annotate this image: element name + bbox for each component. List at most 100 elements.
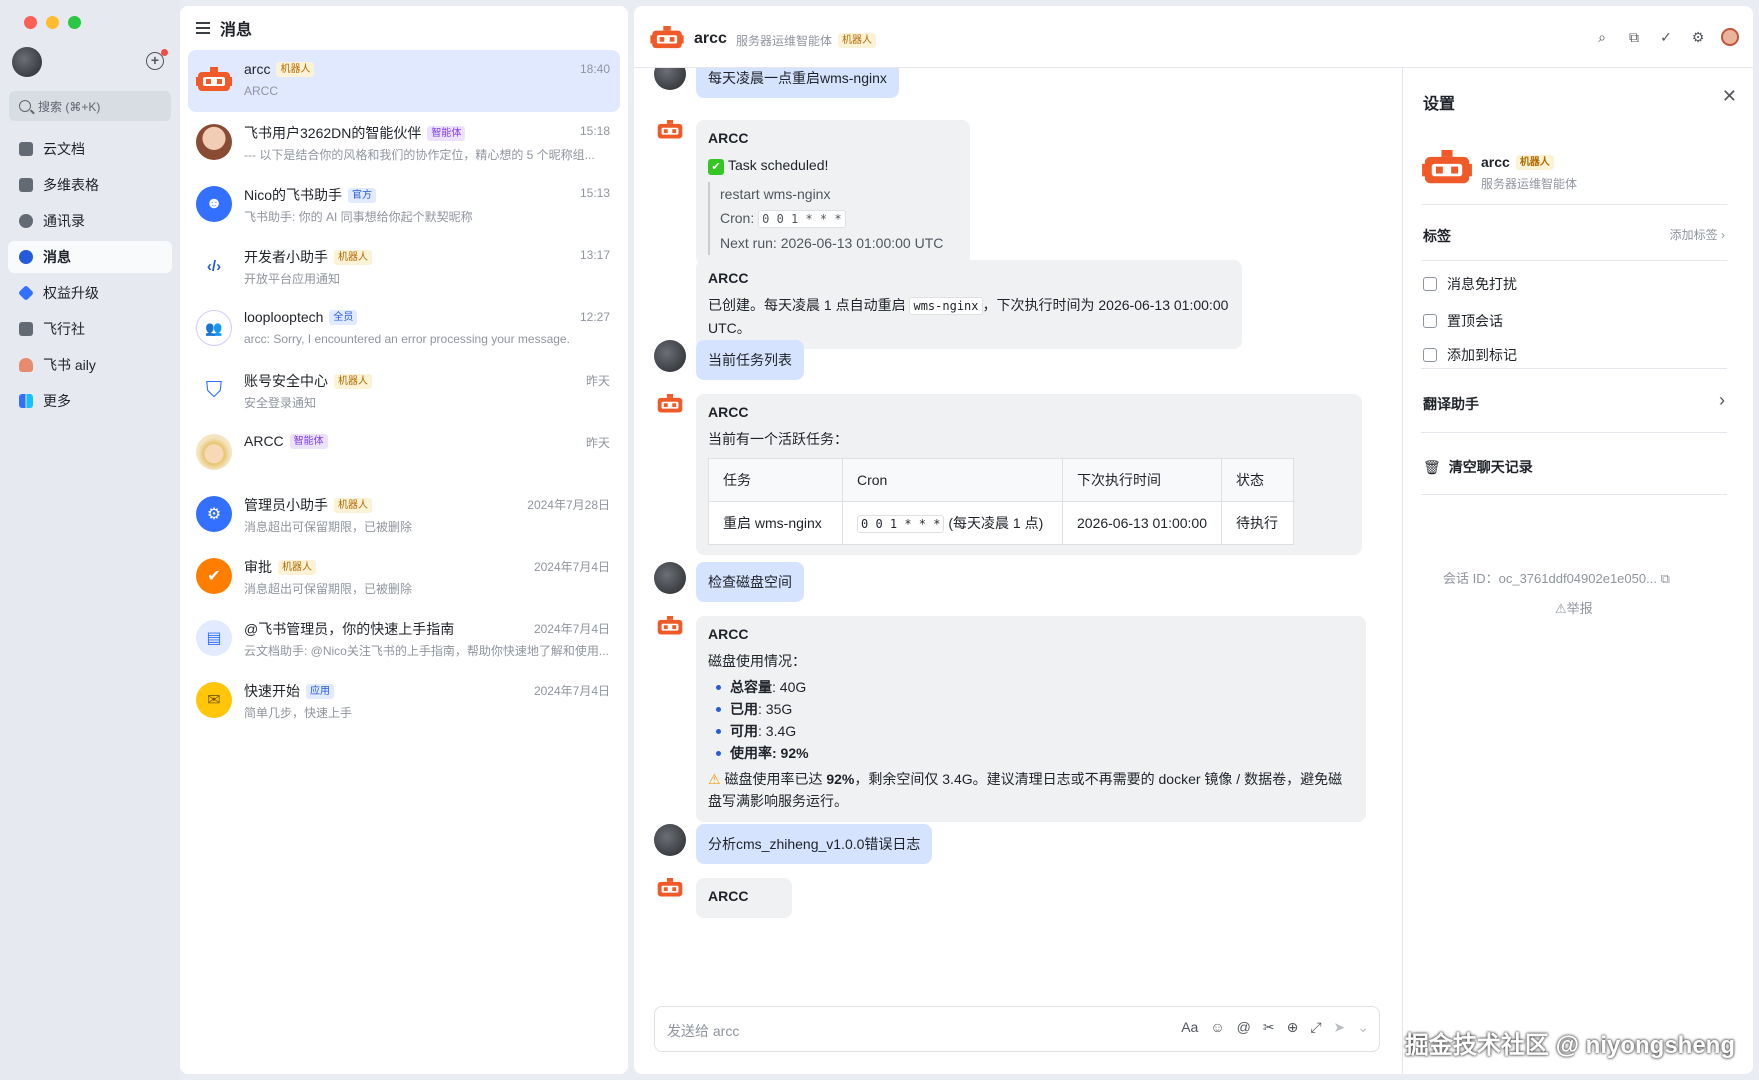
table-cell: 0 0 1 * * * (每天凌晨 1 点) (842, 501, 1063, 545)
checkbox-icon (1423, 277, 1437, 291)
chat-row-developer[interactable]: ‹/› 开发者小助手 机器人 13:17 开放平台应用通知 (188, 236, 620, 298)
add-label-link[interactable]: 添加标签 › (1670, 226, 1725, 243)
clear-history-button[interactable]: 🗑 清空聊天记录 (1423, 457, 1533, 477)
chat-time: 12:27 (579, 310, 610, 324)
expand-icon[interactable]: ⤢ (1310, 1019, 1321, 1036)
chat-row-arcc-agent[interactable]: ARCC 智能体 昨天 (188, 422, 620, 484)
avatar[interactable] (654, 562, 686, 594)
send-icon[interactable]: ➤ (1334, 1019, 1346, 1036)
app-badge: 应用 (306, 683, 334, 699)
sidebar-item-more[interactable]: 更多 (8, 385, 172, 417)
gear-icon[interactable]: ⚙ (1689, 28, 1707, 46)
shield-icon: ⛉ (205, 377, 223, 402)
check-icon: ✔ (708, 159, 724, 175)
sidebar-item-docs[interactable]: 云文档 (8, 133, 172, 165)
settings-title: 设置 (1423, 96, 1456, 113)
list-toggle-icon[interactable] (196, 22, 210, 34)
diamond-icon (18, 285, 34, 301)
sender-name: ARCC (708, 888, 749, 904)
task-next-run: Next run: 2026-06-13 01:00:00 UTC (720, 235, 944, 251)
sidebar-item-label: 更多 (43, 393, 71, 409)
avatar[interactable] (12, 47, 42, 77)
chat-row-admin[interactable]: ⚙ 管理员小助手 机器人 2024年7月28日 消息超出可保留期限，已被删除 (188, 484, 620, 546)
labels-title: 标签 (1423, 228, 1451, 244)
chat-time: 13:17 (579, 248, 610, 262)
doc-icon: ▤ (196, 620, 232, 656)
task-command: restart wms-nginx (720, 186, 831, 202)
sidebar-item-messages[interactable]: 消息 (8, 241, 172, 273)
emoji-icon[interactable]: ☺ (1210, 1019, 1224, 1036)
pin-checkbox[interactable]: 置顶会话 (1423, 311, 1503, 331)
list-item: 总容量: 40G (716, 676, 1354, 698)
scissors-icon[interactable]: ✂ (1263, 1019, 1275, 1036)
table-header: 任务 (708, 458, 843, 502)
chat-name: 快速开始 应用 (244, 681, 334, 701)
sidebar-item-label: 云文档 (43, 141, 85, 157)
warning-icon: ⚠ (708, 771, 721, 787)
sidebar-item-upgrade[interactable]: 权益升级 (8, 277, 172, 309)
divider (1421, 494, 1727, 495)
chat-name: @飞书管理员，你的快速上手指南 (244, 621, 455, 637)
checkbox-icon (1423, 314, 1437, 328)
chat-row-security[interactable]: ⛉ 账号安全中心 机器人 昨天 安全登录通知 (188, 360, 620, 422)
mention-icon[interactable]: @ (1237, 1019, 1251, 1036)
chat-header: arcc 服务器运维智能体 机器人 ⌕ ⧉ ✓ ⚙ (634, 6, 1753, 68)
chat-name: Nico的飞书助手 官方 (244, 185, 377, 205)
notification-dot (161, 49, 168, 56)
sidebar-item-contacts[interactable]: 通讯录 (8, 205, 172, 237)
tasks-check-icon[interactable]: ✓ (1657, 28, 1675, 46)
message-input[interactable]: 发送给 arcc Aa ☺ @ ✂ ⊕ ⤢ ➤ ⌄ (654, 1006, 1380, 1052)
official-badge: 官方 (348, 187, 377, 203)
chat-row-arcc[interactable]: arcc 机器人 18:40 ARCC (188, 50, 620, 112)
sidebar-item-base[interactable]: 多维表格 (8, 169, 172, 201)
chat-row-nico-assistant[interactable]: ☻ Nico的飞书助手 官方 15:13 飞书助手: 你的 AI 同事想给你起个默… (188, 174, 620, 236)
chat-row-guide[interactable]: ▤ @飞书管理员，你的快速上手指南 2024年7月4日 云文档助手: @Nico… (188, 608, 620, 670)
search-chat-icon[interactable]: ⌕ (1593, 28, 1611, 46)
chat-preview: 开放平台应用通知 (244, 272, 341, 286)
docs-icon (19, 142, 33, 156)
bot-badge: 机器人 (334, 249, 372, 265)
translate-assistant[interactable]: 翻译助手 (1423, 394, 1479, 414)
chat-name: 飞书用户3262DN的智能伙伴 智能体 (244, 123, 466, 143)
ai-badge: 智能体 (289, 433, 328, 449)
chat-row-looplooptech[interactable]: 👥 looplooptech 全员 12:27 arcc: Sorry, I en… (188, 298, 620, 360)
avatar[interactable] (654, 340, 686, 372)
table-header: Cron (842, 458, 1063, 502)
minimize-window-button[interactable] (46, 16, 59, 29)
chevron-down-icon[interactable]: ⌄ (1357, 1019, 1369, 1036)
avatar[interactable] (654, 68, 686, 90)
avatar[interactable] (654, 824, 686, 856)
sidebar-item-aily[interactable]: 飞书 aily (8, 349, 172, 381)
format-text-icon[interactable]: Aa (1181, 1019, 1198, 1036)
zoom-window-button[interactable] (68, 16, 81, 29)
close-icon[interactable]: ✕ (1722, 86, 1737, 107)
chat-preview: 飞书助手: 你的 AI 同事想给你起个默契昵称 (244, 210, 473, 224)
sender-name: ARCC (708, 404, 749, 420)
chat-time: 15:18 (579, 124, 610, 138)
chat-window: arcc 服务器运维智能体 机器人 ⌕ ⧉ ✓ ⚙ 每天凌晨一点重启wms-ngi… (634, 6, 1753, 1074)
avatar[interactable] (1721, 28, 1739, 46)
share-screen-icon[interactable]: ⧉ (1625, 28, 1643, 46)
chat-row-approval[interactable]: ✔ 审批 机器人 2024年7月4日 消息超出可保留期限，已被删除 (188, 546, 620, 608)
table-header-row: 任务 Cron 下次执行时间 状态 (708, 458, 1294, 502)
cron-label: Cron: (720, 210, 755, 226)
list-item: 已用: 35G (716, 698, 1354, 720)
add-circle-icon[interactable]: ⊕ (1287, 1019, 1299, 1036)
chevron-right-icon[interactable]: › (1719, 390, 1725, 411)
sender-name: ARCC (708, 626, 749, 642)
mark-checkbox[interactable]: 添加到标记 (1423, 345, 1517, 365)
robot-icon (196, 62, 232, 98)
profile-name: arcc 机器人 (1481, 154, 1554, 170)
report-link[interactable]: ⚠举报 (1555, 598, 1593, 617)
mute-checkbox[interactable]: 消息免打扰 (1423, 274, 1517, 294)
robot-icon (656, 120, 684, 143)
close-window-button[interactable] (24, 16, 37, 29)
watermark: 掘金技术社区 @ niyongsheng (1404, 1032, 1735, 1059)
search-input[interactable]: 搜索 (⌘+K) (9, 91, 171, 121)
sidebar-item-feixingshe[interactable]: 飞行社 (8, 313, 172, 345)
chat-row-quickstart[interactable]: ✉ 快速开始 应用 2024年7月4日 简单几步，快速上手 (188, 670, 620, 732)
chat-row-partner[interactable]: 飞书用户3262DN的智能伙伴 智能体 15:18 --- 以下是结合你的风格和我… (188, 112, 620, 174)
chat-preview: --- 以下是结合你的风格和我们的协作定位，精心想的 5 个昵称组... (244, 148, 595, 162)
list-item: 使用率: 92% (716, 742, 1354, 764)
copy-icon[interactable]: ⧉ (1661, 571, 1670, 586)
